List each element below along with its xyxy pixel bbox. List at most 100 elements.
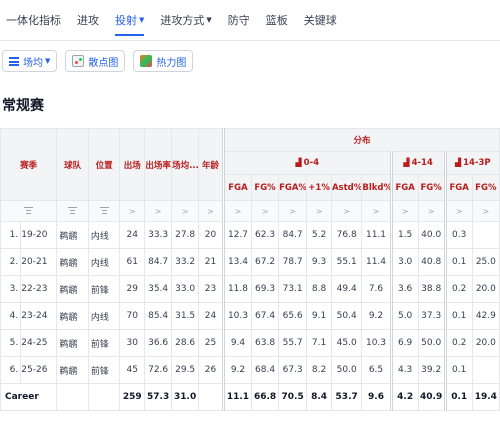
team-filter[interactable] [56,200,89,222]
tab-rebounds[interactable]: 篮板 [266,0,288,40]
col-label: 出场 [123,160,141,171]
astd-cell: 50.0 [330,356,363,384]
filter-row: > > > > > > > > > > > > > > [0,200,500,222]
team-cell [56,383,89,411]
games-cell: 24 [119,221,146,249]
games-rate-filter[interactable]: > [144,200,173,222]
fga-pct-filter[interactable]: > [278,200,308,222]
range-label: 14-3P [463,158,491,168]
minutes-cell: 31.0 [171,383,200,411]
filter-arrow: > [289,206,296,216]
col-fga-pct[interactable]: FGA% [278,174,308,201]
fga-cell: 9.4 [221,329,253,357]
col-fga[interactable]: FGA [221,174,253,201]
distribution-header: 分布 [221,128,500,152]
tab-label: 防守 [227,14,250,27]
fg-pct-filter[interactable]: > [471,200,500,222]
toolbar: 场均 ▼ 散点图 热力图 [2,50,194,72]
heatmap-button[interactable]: 热力图 [133,50,194,72]
tab-label: 进攻 [77,14,99,27]
col-astd-pct[interactable]: Astd% [330,174,363,201]
col-fg-pct[interactable]: FG% [417,174,446,201]
fg-pct-cell: 62.3 [251,221,280,249]
tab-defense[interactable]: 防守 [228,0,250,40]
blkd-filter[interactable]: > [361,200,392,222]
col-plus-one-pct[interactable]: +1% [306,174,332,201]
team-link[interactable]: 鹈鹕 [56,248,89,276]
team-link[interactable]: 鹈鹕 [56,356,89,384]
bar-chart-icon: ▟ [403,158,410,167]
team-link[interactable]: 鹈鹕 [56,302,89,330]
games-cell: 45 [119,356,146,384]
fg-pct-cell: 63.8 [251,329,280,357]
team-link[interactable]: 鹈鹕 [56,221,89,249]
games-rate-cell: 35.4 [144,275,173,303]
minutes-filter[interactable]: > [171,200,200,222]
tab-label: 篮板 [265,14,288,27]
blkd-cell: 11.4 [361,248,392,276]
position-cell: 内线 [87,248,121,276]
filter-arrow: > [482,206,490,216]
season-link[interactable]: 25-26 [20,356,58,384]
filter-arrow: > [372,206,380,216]
tab-shooting[interactable]: 投射 ▼ [115,0,145,40]
fg-pct-cell: 20.0 [471,329,500,357]
col-age[interactable]: 年龄 [198,128,224,201]
filter-arrow: > [427,206,435,216]
scatter-button[interactable]: 散点图 [65,50,126,72]
fga-filter[interactable]: > [221,200,253,222]
fg-pct-cell: 40.8 [417,248,446,276]
astd-filter[interactable]: > [330,200,363,222]
fg-pct-cell: 67.2 [251,248,280,276]
col-position[interactable]: 位置 [87,128,121,201]
minutes-cell: 33.0 [171,275,200,303]
per-game-dropdown[interactable]: 场均 ▼ [2,50,58,72]
season-filter[interactable] [0,200,58,222]
season-link[interactable]: 24-25 [20,329,58,357]
col-games-rate[interactable]: 出场率 [144,128,173,201]
games-cell: 29 [119,275,146,303]
position-filter[interactable] [87,200,121,222]
range-4-14-header: ▟ 4-14 [389,151,446,175]
season-link[interactable]: 19-20 [20,221,58,249]
games-filter[interactable]: > [119,200,146,222]
table-row: 3. 22-23 鹈鹕 前锋 29 35.4 33.0 23 11.8 69.3 73.1 8.8 49… [0,275,500,303]
fga-filter[interactable]: > [389,200,419,222]
col-fga[interactable]: FGA [443,174,473,201]
plus-one-filter[interactable]: > [306,200,332,222]
fga-pct-cell: 55.7 [278,329,308,357]
tab-integrated-metrics[interactable]: 一体化指标 [6,0,61,40]
astd-cell: 53.7 [330,383,363,411]
fga-pct-cell: 67.3 [278,356,308,384]
heatmap-label: 热力图 [156,57,187,69]
col-season[interactable]: 赛季 [0,128,58,201]
col-fg-pct[interactable]: FG% [471,174,500,201]
fga-cell: 13.4 [221,248,253,276]
fg-pct-filter[interactable]: > [417,200,446,222]
fga-cell: 3.6 [389,275,419,303]
team-link[interactable]: 鹈鹕 [56,275,89,303]
range-label: 4-14 [411,158,433,168]
fg-pct-cell: 68.4 [251,356,280,384]
astd-cell: 49.4 [330,275,363,303]
col-label: 位置 [95,160,113,171]
tab-offense-type[interactable]: 进攻方式 ▼ [160,0,211,40]
fg-pct-cell: 39.2 [417,356,446,384]
col-team[interactable]: 球队 [56,128,89,201]
team-link[interactable]: 鹈鹕 [56,329,89,357]
fga-filter[interactable]: > [443,200,473,222]
season-link[interactable]: 23-24 [20,302,58,330]
age-filter[interactable]: > [198,200,224,222]
season-link[interactable]: 20-21 [20,248,58,276]
table-row: 2. 20-21 鹈鹕 内线 61 84.7 33.2 21 13.4 67.2 78.7 9.3 55… [0,248,500,276]
col-fga[interactable]: FGA [389,174,419,201]
fg-pct-filter[interactable]: > [251,200,280,222]
col-minutes[interactable]: 场均... [171,128,200,201]
tab-offense[interactable]: 进攻 [77,0,99,40]
col-games[interactable]: 出场 [119,128,146,201]
col-blkd-pct[interactable]: Blkd% [361,174,392,201]
season-link[interactable]: 22-23 [20,275,58,303]
scatter-label: 散点图 [88,57,119,69]
col-fg-pct[interactable]: FG% [251,174,280,201]
tab-clutch[interactable]: 关键球 [304,0,337,40]
